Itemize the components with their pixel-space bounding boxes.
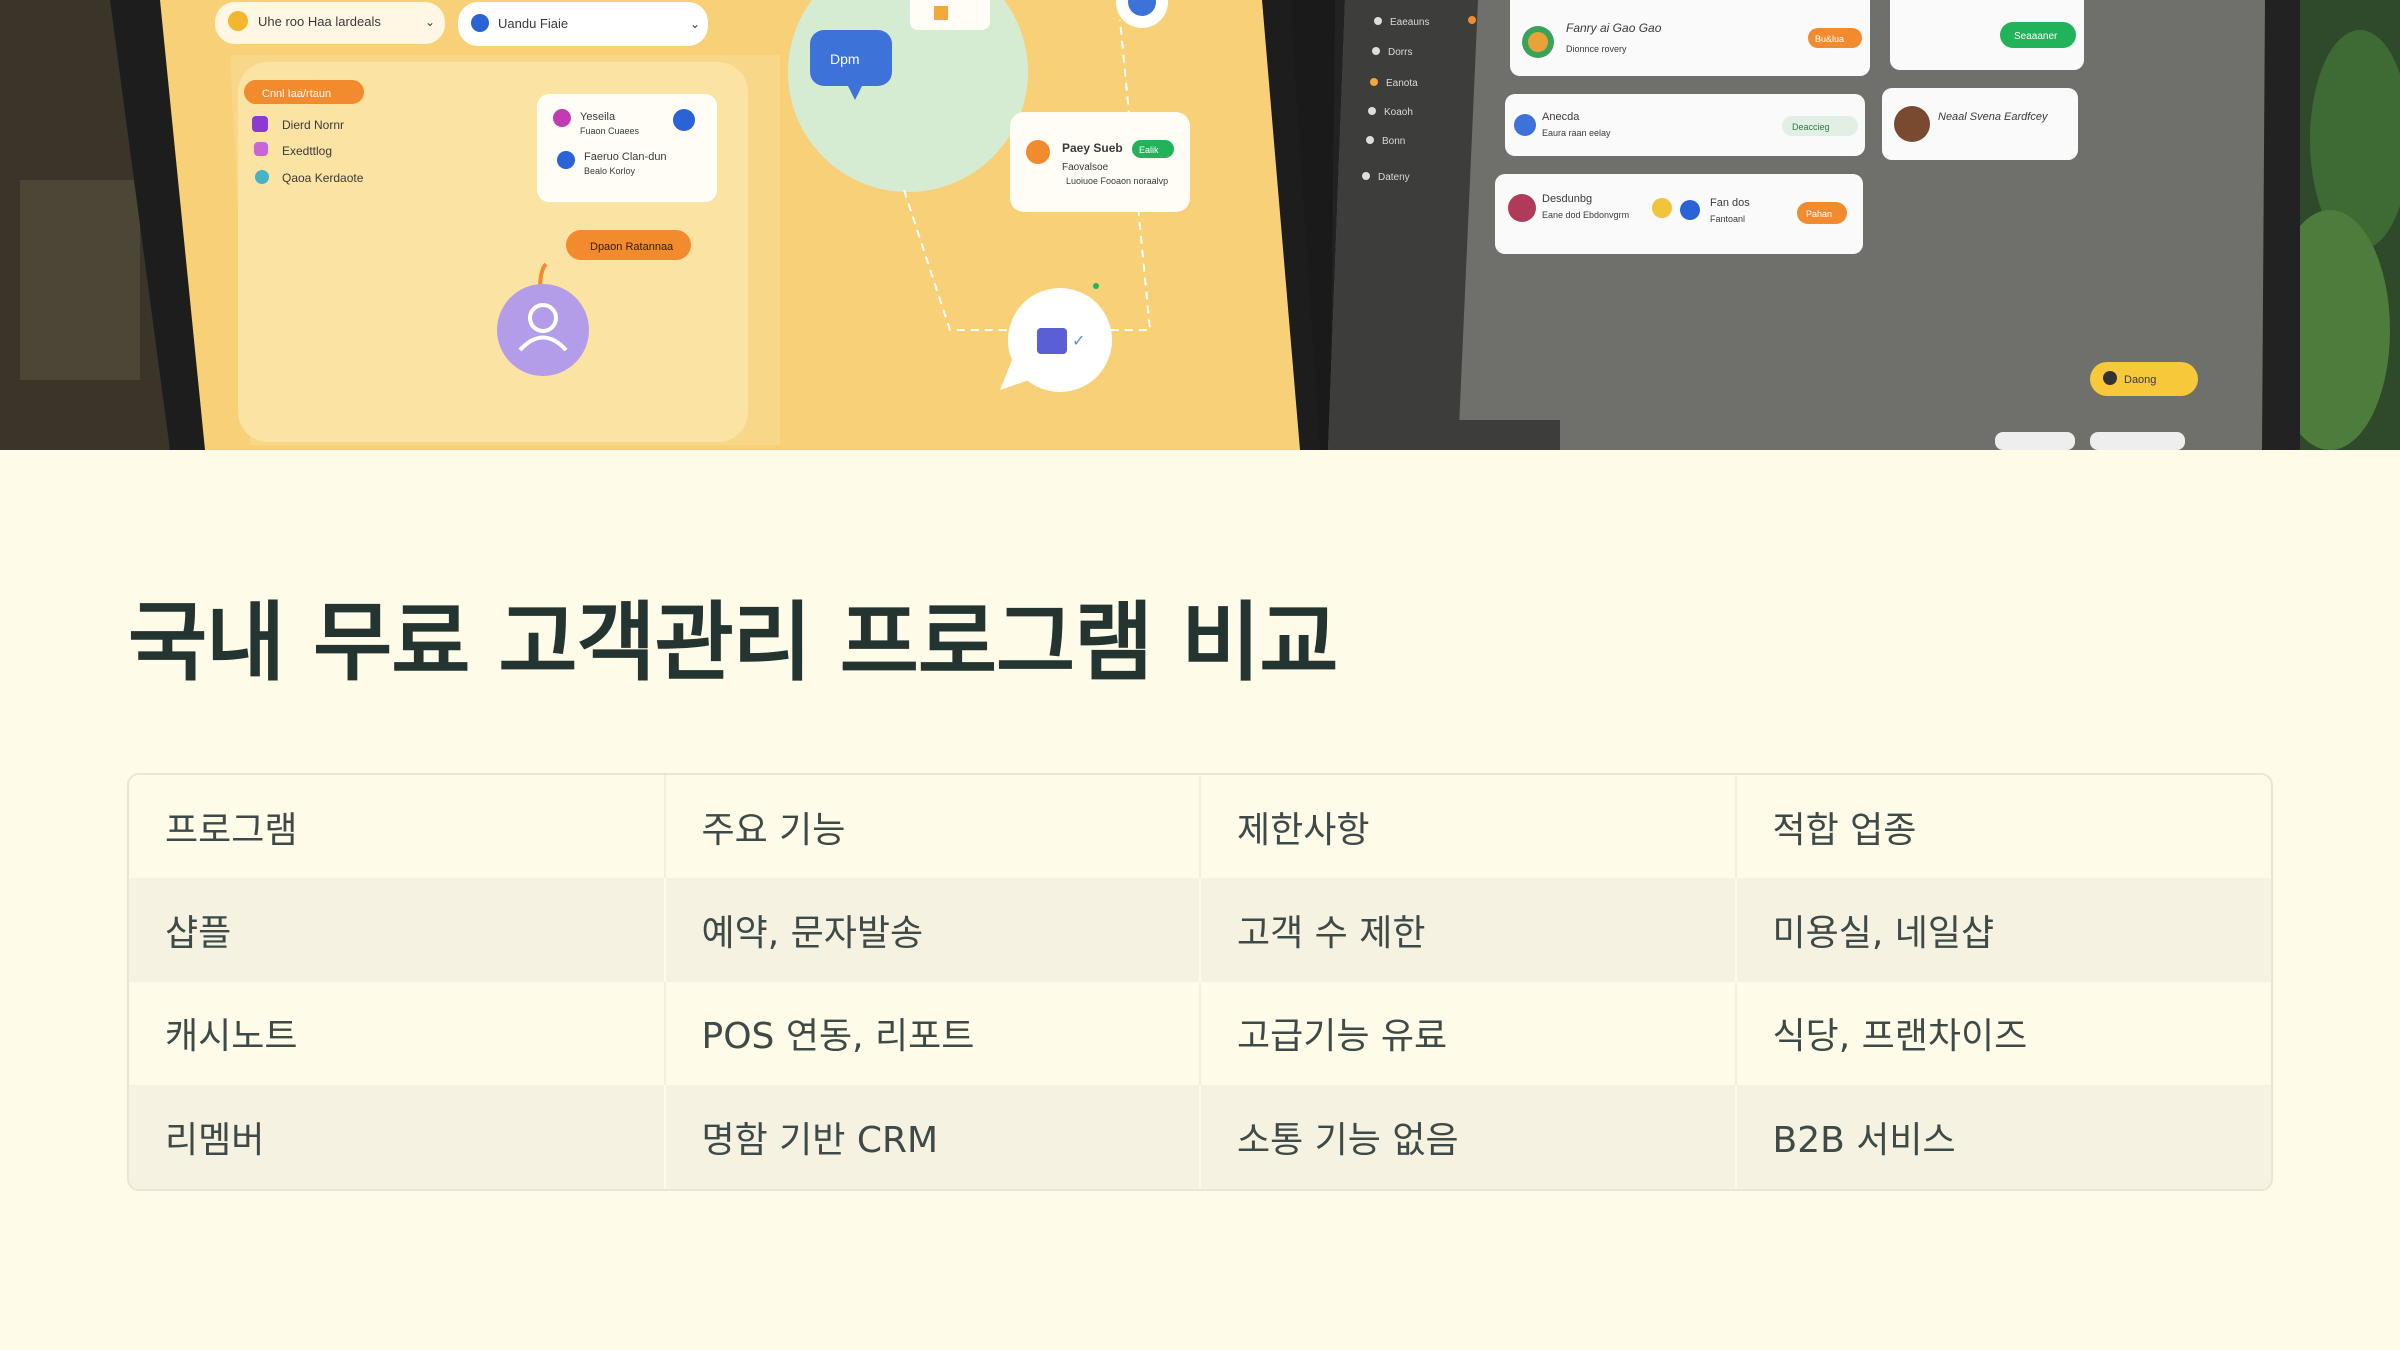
hero-row1-title: Fanry ai Gao Gao [1566,21,1662,35]
hero-card-sub2: Bealo Korloy [584,166,636,176]
hero-card3-sub2: Luoiuoe Fooaon noraalvp [1066,176,1168,186]
hero-row1-sub: Dionnce rovery [1566,44,1627,54]
hero-row2-title: Anecda [1542,111,1580,123]
hero-card3-tag: Ealik [1139,145,1159,155]
hero-sidebar-item: Eanota [1386,78,1418,89]
comparison-table: 프로그램 주요 기능 제한사항 적합 업종 샵플 예약, 문자발송 고객 수 제… [127,773,2273,1191]
hero-card3-sub: Faovalsoe [1062,162,1109,173]
table-cell: 식당, 프랜차이즈 [1734,981,2271,1086]
table-cell: 리멤버 [129,1085,665,1189]
hero-card-title: Yeseila [580,111,616,123]
hero-menu-item: Exedttlog [282,144,332,158]
hero-row4-sub: Eane dod Ebdonvgrm [1542,210,1629,220]
svg-text:⌄: ⌄ [425,15,435,29]
hero-row3-title: Neaal Svena Eardfcey [1938,111,2049,123]
hero-sidebar-item: Dateny [1378,172,1410,183]
hero-row4-badge: Pahan [1806,209,1832,219]
table-row: 샵플 예약, 문자발송 고객 수 제한 미용실, 네일샵 [129,878,2271,982]
table-cell: 고객 수 제한 [1199,878,1736,982]
table-header-row: 프로그램 주요 기능 제한사항 적합 업종 [129,775,2271,878]
hero-card-title2: Faeruo Clan-dun [584,151,667,163]
hero-row4-mid-sub: Fantoanl [1710,214,1745,224]
table-cell: 미용실, 네일샵 [1734,878,2271,982]
hero-row2-sub: Eaura raan eelay [1542,128,1611,138]
hero-sidebar-item: Eaeauns [1390,17,1429,28]
hero-dropdown-1: Uhe roo Haa lardeals [258,14,381,29]
hero-sidebar-item: Dorrs [1388,47,1412,58]
svg-text:✓: ✓ [1072,333,1085,350]
hero-sidebar-item: Koaoh [1384,107,1413,118]
hero-row2-badge: Deaccieg [1792,122,1830,132]
table-cell: 고급기능 유료 [1199,981,1736,1086]
table-row: 리멤버 명함 기반 CRM 소통 기능 없음 B2B 서비스 [129,1085,2271,1189]
hero-menu-item: Qaoa Kerdaote [282,171,364,185]
hero-menu-item: Dierd Nornr [282,118,344,132]
hero-menu-header: Cnnl Iaa/rtaun [262,88,331,100]
table-cell: 소통 기능 없음 [1199,1085,1736,1189]
hero-status-pill: Dpaon Ratannaa [590,241,674,253]
column-header: 프로그램 [165,809,298,851]
hero-illustration: Uhe roo Haa lardeals ⌄ Uandu Fiaie ⌄ Cnn… [0,0,2400,450]
table-cell: 예약, 문자발송 [663,878,1200,982]
column-header: 적합 업종 [1734,775,2271,878]
hero-card2-button: Seaaaner [2014,31,2058,42]
page-title: 국내 무료 고객관리 프로그램 비교 [128,593,1338,693]
column-header: 주요 기능 [663,775,1200,878]
hero-row4-mid: Fan dos [1710,197,1750,209]
hero-row4-title: Desdunbg [1542,193,1592,205]
svg-text:⌄: ⌄ [690,17,700,31]
hero-card3-title: Paey Sueb [1062,141,1123,155]
table-cell: 명함 기반 CRM [663,1085,1200,1189]
table-cell: B2B 서비스 [1734,1085,2271,1189]
hero-card-sub: Fuaon Cuaees [580,126,640,136]
table-cell: 캐시노트 [165,1016,298,1058]
table-cell: POS 연동, 리포트 [663,981,1200,1086]
table-row: 캐시노트 POS 연동, 리포트 고급기능 유료 식당, 프랜차이즈 [129,981,2271,1086]
hero-chat-label: Dpm [830,51,860,67]
table-cell: 샵플 [129,878,665,982]
hero-row1-badge: Bu&lua [1815,34,1844,44]
hero-pill: Daong [2124,374,2156,386]
hero-dropdown-2: Uandu Fiaie [498,16,568,31]
column-header: 제한사항 [1199,775,1736,878]
hero-sidebar-item: Bonn [1382,136,1405,147]
